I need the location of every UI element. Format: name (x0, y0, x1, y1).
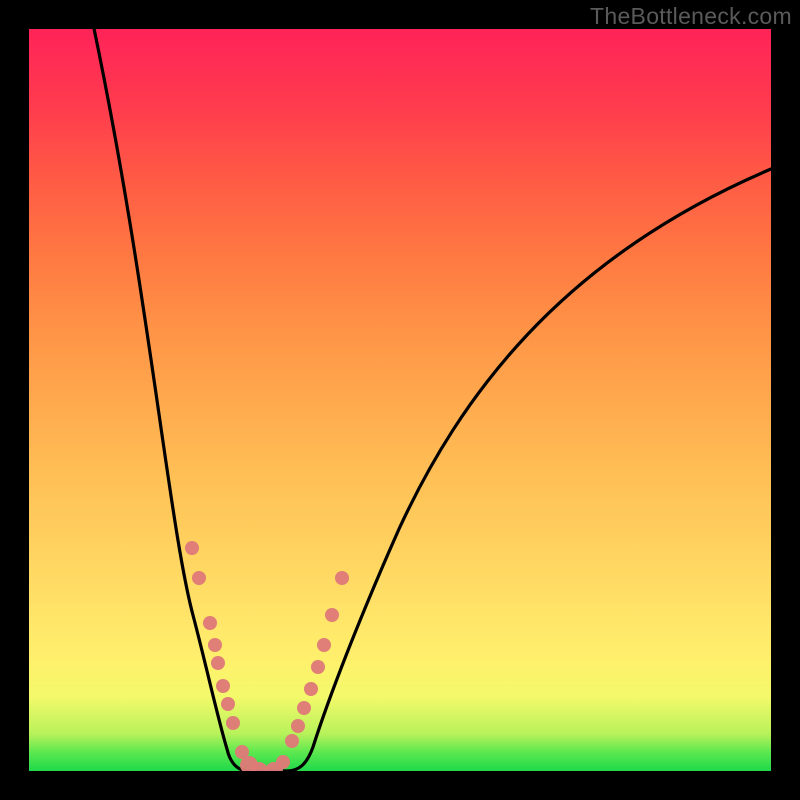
v-curve (92, 29, 771, 771)
data-point (221, 697, 235, 711)
data-point (291, 719, 305, 733)
data-point (304, 682, 318, 696)
data-point (285, 734, 299, 748)
data-point (317, 638, 331, 652)
data-point (276, 755, 290, 769)
data-point (208, 638, 222, 652)
data-point (297, 701, 311, 715)
data-point (211, 656, 225, 670)
data-point (203, 616, 217, 630)
watermark-text: TheBottleneck.com (590, 3, 792, 30)
plot-area (29, 29, 771, 771)
chart-frame: TheBottleneck.com (0, 0, 800, 800)
data-point (325, 608, 339, 622)
curve-svg (29, 29, 771, 771)
data-point (335, 571, 349, 585)
data-point (216, 679, 230, 693)
data-point (226, 716, 240, 730)
data-point (311, 660, 325, 674)
data-point (192, 571, 206, 585)
data-point (185, 541, 199, 555)
